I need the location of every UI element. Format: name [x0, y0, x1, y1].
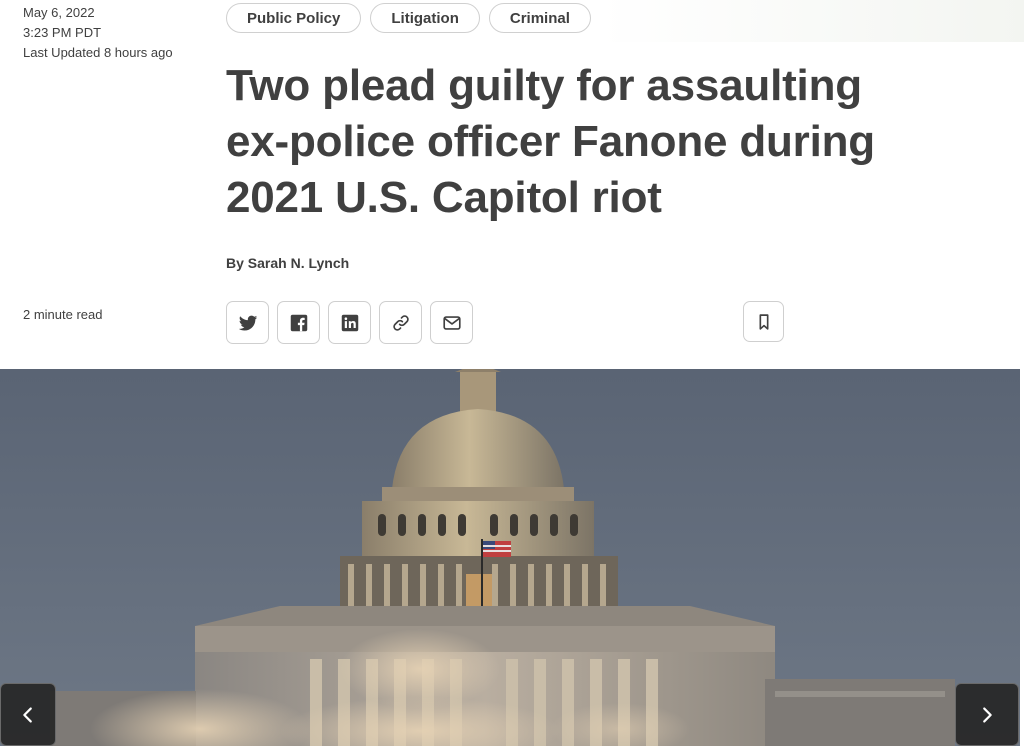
facebook-icon	[290, 314, 307, 331]
author-link[interactable]: Sarah N. Lynch	[248, 255, 349, 271]
share-link-button[interactable]	[379, 301, 422, 344]
share-twitter-button[interactable]	[226, 301, 269, 344]
tag-criminal[interactable]: Criminal	[488, 3, 591, 33]
article-date: May 6, 2022	[23, 5, 95, 20]
share-email-button[interactable]	[430, 301, 473, 344]
gallery-next-button[interactable]	[955, 683, 1019, 746]
read-time: 2 minute read	[23, 307, 103, 322]
link-icon	[392, 314, 409, 331]
article-time: 3:23 PM PDT	[23, 25, 102, 40]
tag-litigation[interactable]: Litigation	[370, 3, 480, 33]
byline-prefix: By	[226, 255, 248, 271]
hero-image	[0, 369, 1020, 746]
twitter-icon	[238, 315, 257, 331]
bookmark-icon	[759, 313, 768, 330]
capitol-building-photo	[0, 369, 1020, 746]
share-facebook-button[interactable]	[277, 301, 320, 344]
bookmark-button[interactable]	[743, 301, 784, 342]
email-icon	[442, 315, 461, 330]
chevron-right-icon	[983, 706, 992, 723]
topic-tags: Public Policy Litigation Criminal	[226, 3, 591, 33]
share-linkedin-button[interactable]	[328, 301, 371, 344]
linkedin-icon	[341, 314, 358, 331]
article-headline: Two plead guilty for assaulting ex-polic…	[226, 61, 875, 222]
gallery-prev-button[interactable]	[0, 683, 56, 746]
chevron-left-icon	[23, 706, 32, 723]
header-background	[600, 0, 1024, 42]
tag-public-policy[interactable]: Public Policy	[226, 3, 362, 33]
byline: By Sarah N. Lynch	[226, 255, 349, 271]
article-last-updated: Last Updated 8 hours ago	[23, 45, 173, 60]
